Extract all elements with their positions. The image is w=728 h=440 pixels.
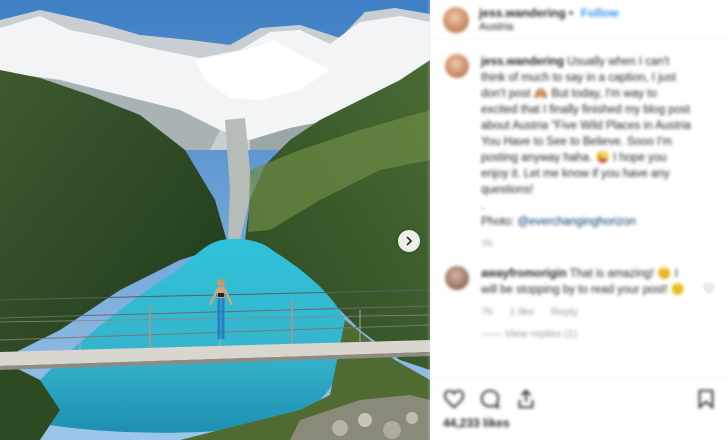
- action-bar: [431, 378, 728, 418]
- comment-item: awayfromorigin That is amazing! 😊 I will…: [445, 266, 714, 342]
- photo-credit-link[interactable]: @everchanginghorizon: [517, 216, 635, 228]
- comment-like-button[interactable]: [704, 280, 714, 298]
- share-icon: [518, 388, 534, 408]
- caption-text: Usually when I can't think of much to sa…: [481, 56, 691, 196]
- view-replies-button[interactable]: —— View replies (1): [481, 326, 691, 342]
- like-button[interactable]: [443, 388, 465, 410]
- post-sidebar: jess.wandering • Follow Austria jess.wan…: [430, 0, 728, 440]
- next-photo-button[interactable]: [398, 230, 420, 252]
- caption-time[interactable]: 7h: [481, 238, 493, 250]
- heart-icon: [443, 389, 465, 408]
- instagram-post: jess.wandering • Follow Austria jess.wan…: [0, 0, 728, 440]
- commenter-username[interactable]: awayfromorigin: [481, 268, 567, 280]
- comments-section: jess.wandering Usually when I can't thin…: [431, 40, 728, 342]
- photo-credit-label: Photo:: [481, 216, 515, 228]
- commenter-avatar[interactable]: [445, 266, 469, 290]
- bookmark-icon: [698, 389, 714, 409]
- header-text: jess.wandering • Follow Austria: [479, 6, 619, 34]
- comment-button[interactable]: [479, 388, 501, 410]
- header-username[interactable]: jess.wandering: [479, 6, 566, 20]
- caption-dot: .: [481, 200, 485, 212]
- reply-button[interactable]: Reply: [551, 306, 578, 318]
- avatar[interactable]: [443, 6, 469, 33]
- share-button[interactable]: [515, 388, 537, 410]
- caption-username[interactable]: jess.wandering: [481, 56, 564, 68]
- chevron-right-icon: [406, 236, 413, 246]
- likes-count[interactable]: 44,233 likes: [443, 416, 510, 430]
- location-link[interactable]: Austria: [479, 20, 619, 34]
- post-header: jess.wandering • Follow Austria: [431, 0, 728, 40]
- save-button[interactable]: [695, 388, 717, 410]
- comment-likes[interactable]: 1 like: [510, 306, 535, 318]
- dot-separator: •: [569, 5, 574, 20]
- landscape-photo: [0, 0, 430, 440]
- heart-icon: [704, 283, 714, 293]
- follow-button[interactable]: Follow: [581, 6, 619, 20]
- comment-icon: [480, 389, 500, 409]
- caption-avatar[interactable]: [445, 54, 469, 78]
- post-photo[interactable]: [0, 0, 430, 440]
- caption: jess.wandering Usually when I can't thin…: [445, 54, 714, 252]
- comment-time[interactable]: 7h: [481, 306, 493, 318]
